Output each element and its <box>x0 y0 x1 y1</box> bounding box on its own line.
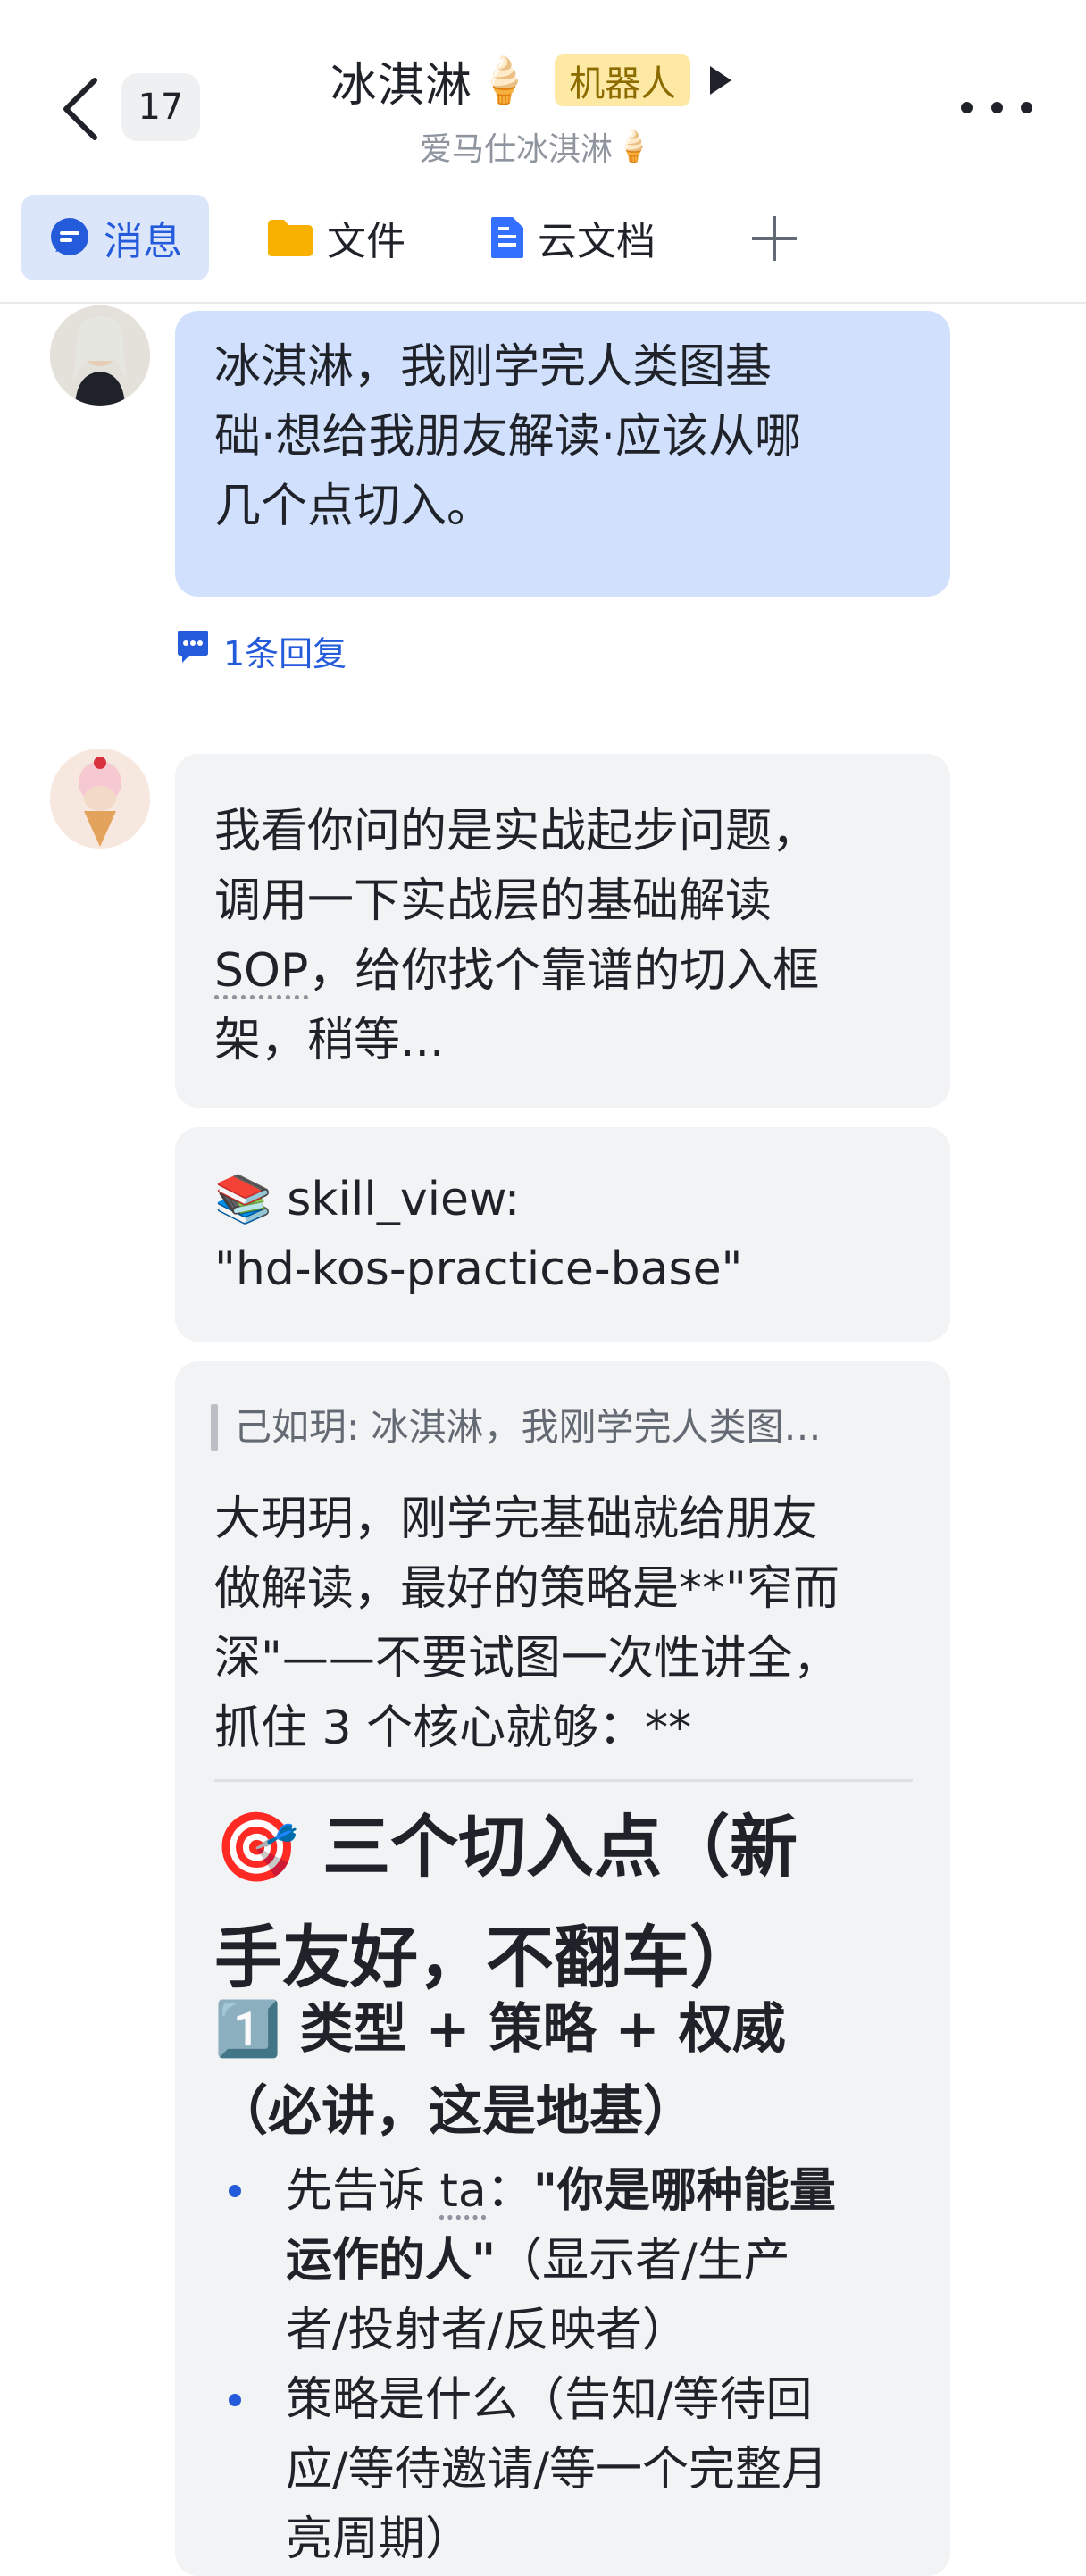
message-line: "hd-kos-practice-base" <box>214 1242 743 1296</box>
target-icon: 🎯 <box>214 1807 299 1886</box>
folder-icon <box>266 217 314 258</box>
message-line: 冰淇淋，我刚学完人类图基 <box>214 340 773 394</box>
keycap-one-icon: 1️⃣ <box>214 1998 281 2061</box>
chat-bubble-icon <box>48 216 91 259</box>
tab-label: 消息 <box>104 219 182 264</box>
play-icon[interactable] <box>710 66 732 95</box>
unread-count-badge[interactable]: 17 <box>121 73 200 141</box>
heading-line: （必讲，这是地基） <box>214 2080 697 2143</box>
message-line: 策略是什么（告知/等待回 <box>286 2373 813 2427</box>
message-line: 运作的人"（显示者/生产 <box>286 2226 1000 2296</box>
message-line: 架，稍等... <box>214 1014 445 1067</box>
quote-bar <box>211 1404 218 1451</box>
bot-skill-bubble[interactable]: 📚 skill_view: "hd-kos-practice-base" <box>175 1127 950 1342</box>
message-line: SOP，给你找个靠谱的切入框 <box>214 936 911 1006</box>
heading-line: 1️⃣ 类型 + 策略 + 权威 <box>214 1988 929 2070</box>
bot-tag: 机器人 <box>555 54 691 106</box>
bullet-item: 策略是什么（告知/等待回 应/等待邀请/等一个完整月 亮周期） <box>286 2365 1000 2574</box>
message-line: 📚 skill_view: <box>214 1165 911 1234</box>
thread-reply-link[interactable]: 1条回复 <box>175 625 347 675</box>
message-line: 我看你问的是实战起步问题， <box>214 805 819 858</box>
add-tab-plus-icon[interactable] <box>752 216 797 261</box>
bot-intro-bubble[interactable]: 我看你问的是实战起步问题， 调用一下实战层的基础解读 SOP，给你找个靠谱的切入… <box>175 754 950 1108</box>
tab-messages[interactable]: 消息 <box>21 195 209 280</box>
user-avatar[interactable] <box>50 305 150 406</box>
user-message-bubble[interactable]: 冰淇淋，我刚学完人类图基 础·想给我朋友解读·应该从哪 几个点切入。 <box>175 311 950 597</box>
back-button[interactable] <box>55 73 109 145</box>
ice-cream-icon: 🍦 <box>476 54 532 106</box>
divider <box>214 1779 913 1782</box>
tab-label: 云文档 <box>538 219 656 264</box>
message-line: 大玥玥，刚学完基础就给朋友 <box>214 1493 819 1546</box>
chat-subtitle: 爱马仕冰淇淋 🍦 <box>420 121 652 171</box>
message-line: 调用一下实战层的基础解读 <box>214 874 773 928</box>
chat-subtitle-text: 爱马仕冰淇淋 <box>420 131 614 168</box>
chat-title: 冰淇淋 <box>330 58 473 113</box>
heading-text: 类型 + 策略 + 权威 <box>299 1998 786 2061</box>
ta-term[interactable]: ta <box>440 2164 487 2218</box>
message-line: 亮周期） <box>286 2513 472 2566</box>
books-icon: 📚 <box>214 1173 272 1226</box>
chevron-left-icon <box>63 78 97 140</box>
tab-cloud-docs[interactable]: 云文档 <box>489 195 656 280</box>
bot-avatar[interactable] <box>50 749 150 849</box>
chat-tabs: 消息 文件 云文档 <box>21 195 1075 280</box>
quoted-message[interactable]: 己如玥: 冰淇淋，我刚学完人类图… <box>234 1399 913 1456</box>
ice-cream-icon: 🍦 <box>614 129 653 164</box>
answer-heading-2: 1️⃣ 类型 + 策略 + 权威 （必讲，这是地基） <box>214 1988 929 2153</box>
heading-line: 🎯 三个切入点（新 <box>214 1792 929 1903</box>
comment-icon <box>175 629 211 673</box>
answer-paragraph: 大玥玥，刚学完基础就给朋友 做解读，最好的策略是**"窄而 深"——不要试图一次… <box>214 1485 929 1763</box>
reply-count-label: 1条回复 <box>223 633 347 673</box>
more-dots-icon <box>990 101 1003 113</box>
message-text: （显示者/生产 <box>496 2234 790 2287</box>
sop-term[interactable]: SOP <box>214 944 308 998</box>
message-line: 础·想给我朋友解读·应该从哪 <box>214 410 802 464</box>
bullet-icon <box>229 2394 241 2406</box>
tab-files[interactable]: 文件 <box>266 195 405 280</box>
message-text: ，给你找个靠谱的切入框 <box>308 944 820 998</box>
message-text: ： <box>486 2164 533 2218</box>
bullet-icon <box>229 2185 241 2197</box>
message-line: 几个点切入。 <box>214 480 494 533</box>
more-dots-icon <box>961 101 973 113</box>
chat-header: 17 冰淇淋 🍦 机器人 爱马仕冰淇淋 🍦 消息 文件 云文档 <box>0 0 1086 304</box>
chat-title-row[interactable]: 冰淇淋 🍦 机器人 <box>330 45 732 116</box>
bullet-item: 先告诉 ta："你是哪种能量 运作的人"（显示者/生产 者/投射者/反映者） <box>286 2156 1000 2365</box>
message-line: 者/投射者/反映者） <box>286 2304 689 2357</box>
more-button[interactable] <box>961 89 1032 125</box>
message-text: skill_view: <box>287 1173 521 1226</box>
message-line: 应/等待邀请/等一个完整月 <box>286 2443 829 2497</box>
message-line: 做解读，最好的策略是**"窄而 <box>214 1562 840 1616</box>
heading-text: 三个切入点（新 <box>322 1807 798 1886</box>
document-icon <box>489 215 525 260</box>
answer-heading-1: 🎯 三个切入点（新 手友好，不翻车） <box>214 1792 929 2013</box>
bold-text: "你是哪种能量 <box>532 2164 836 2218</box>
message-text: 先告诉 <box>286 2164 440 2218</box>
message-line: 抓住 3 个核心就够：** <box>214 1702 692 1755</box>
message-line: 先告诉 ta："你是哪种能量 <box>286 2156 1000 2226</box>
tab-label: 文件 <box>327 219 405 264</box>
more-dots-icon <box>1021 101 1032 113</box>
message-line: 深"——不要试图一次性讲全， <box>214 1632 840 1685</box>
bold-text: 运作的人" <box>286 2234 497 2287</box>
